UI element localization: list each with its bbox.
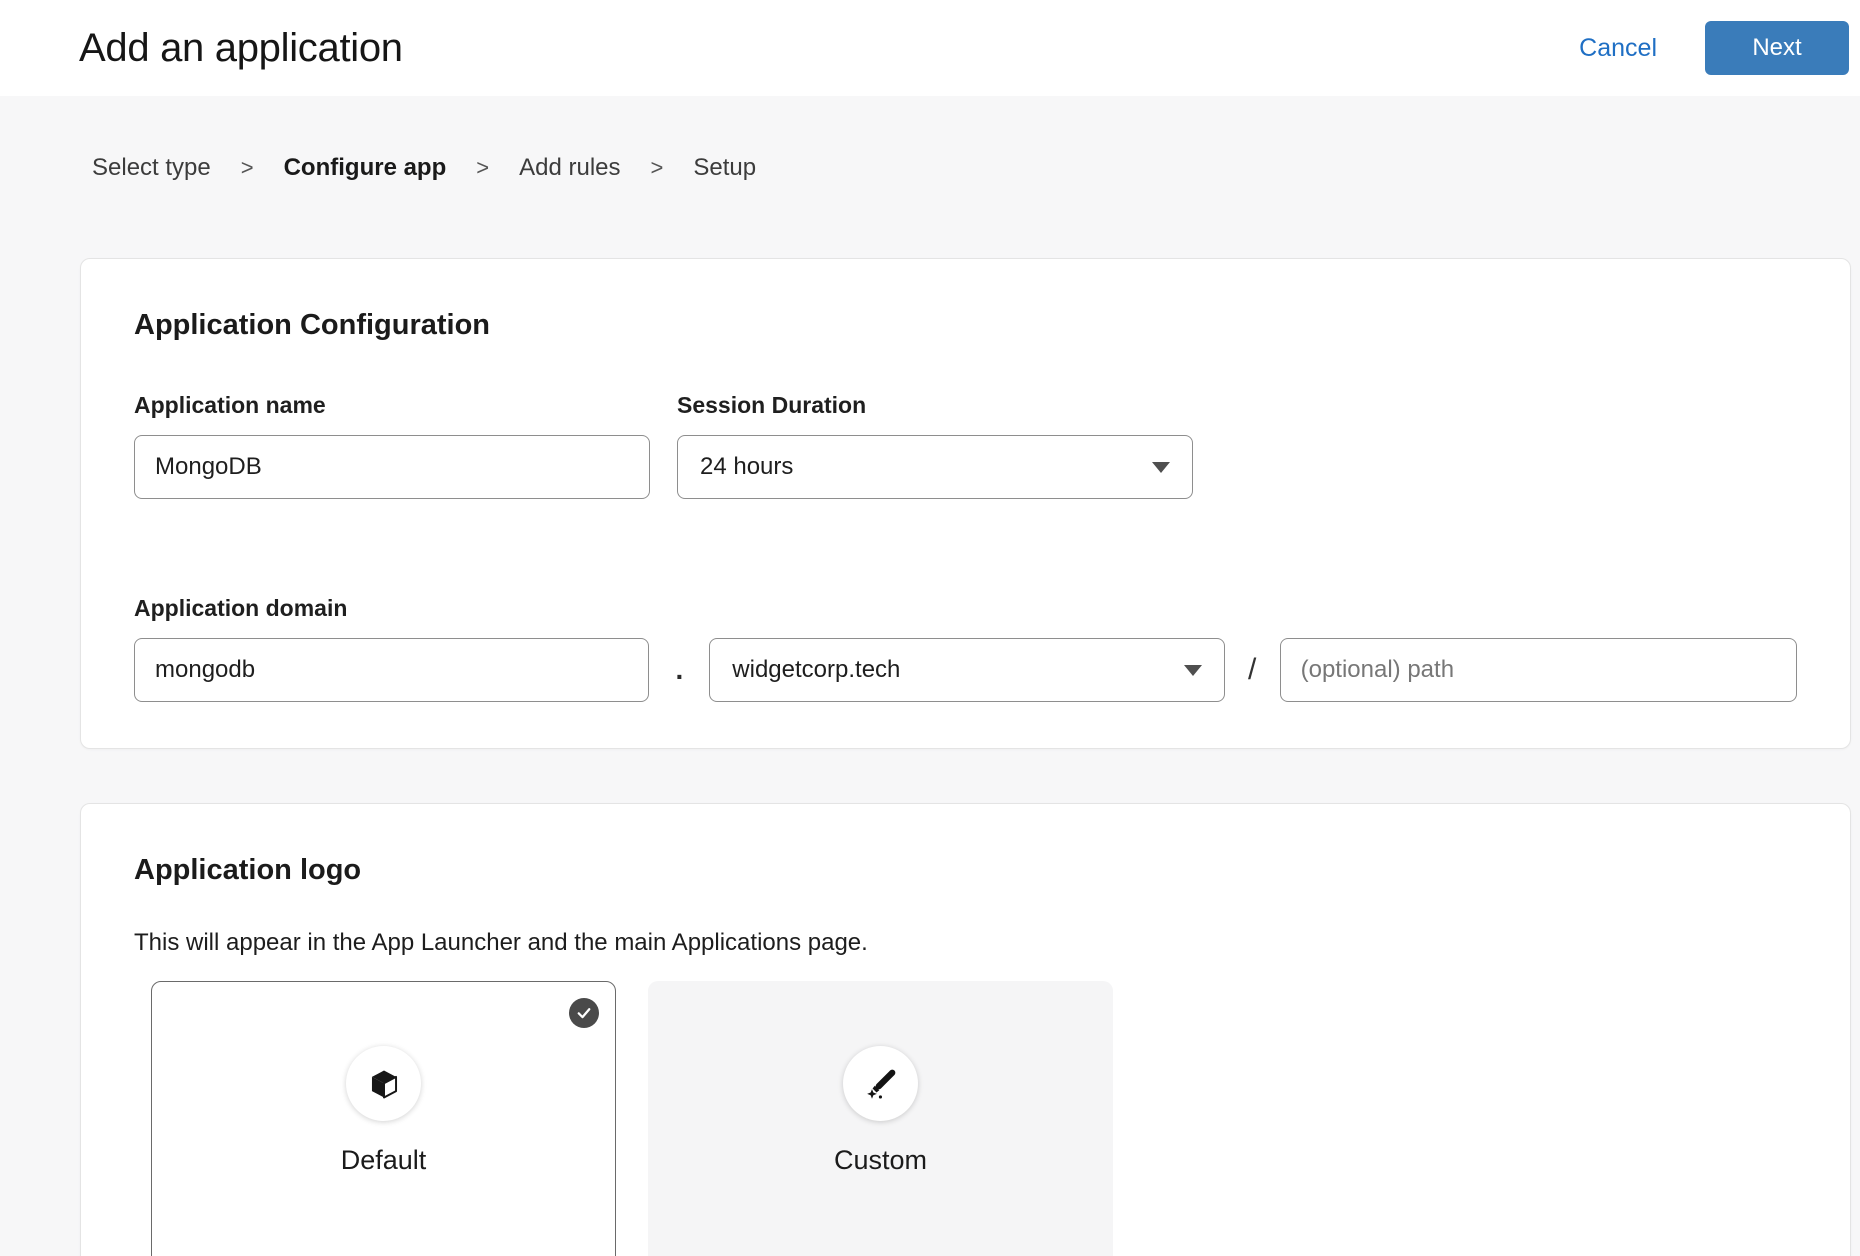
path-input[interactable]	[1280, 638, 1797, 702]
breadcrumb-separator: >	[241, 155, 254, 181]
chevron-down-icon	[1152, 462, 1170, 473]
session-duration-value: 24 hours	[700, 453, 793, 481]
logo-option-custom[interactable]: Custom	[648, 981, 1113, 1256]
breadcrumb-step-setup[interactable]: Setup	[693, 154, 756, 182]
application-logo-title: Application logo	[134, 854, 1797, 887]
name-duration-row: Application name Session Duration 24 hou…	[134, 392, 1797, 499]
cube-icon	[346, 1046, 421, 1121]
paintbrush-icon	[843, 1046, 918, 1121]
cancel-button[interactable]: Cancel	[1579, 34, 1657, 63]
breadcrumb-step-configure-app[interactable]: Configure app	[284, 154, 447, 182]
selected-check-icon	[569, 998, 599, 1028]
application-name-input[interactable]	[134, 435, 650, 499]
breadcrumb-separator: >	[476, 155, 489, 181]
application-domain-label: Application domain	[134, 595, 1797, 622]
breadcrumb-step-add-rules[interactable]: Add rules	[519, 154, 620, 182]
domain-slash-separator: /	[1225, 653, 1280, 687]
subdomain-input[interactable]	[134, 638, 649, 702]
session-duration-select[interactable]: 24 hours	[677, 435, 1193, 499]
application-configuration-title: Application Configuration	[134, 309, 1797, 342]
breadcrumb: Select type > Configure app > Add rules …	[0, 96, 1860, 182]
logo-option-label: Custom	[649, 1145, 1112, 1176]
logo-option-default[interactable]: Default	[151, 981, 616, 1256]
next-button[interactable]: Next	[1705, 21, 1849, 75]
domain-select-value: widgetcorp.tech	[732, 656, 900, 684]
logo-option-label: Default	[152, 1145, 615, 1176]
application-logo-card: Application logo This will appear in the…	[80, 803, 1851, 1256]
domain-select[interactable]: widgetcorp.tech	[709, 638, 1224, 702]
header-actions: Cancel Next	[1579, 21, 1849, 75]
breadcrumb-step-select-type[interactable]: Select type	[92, 154, 211, 182]
application-name-field: Application name	[134, 392, 650, 499]
domain-row: . widgetcorp.tech /	[134, 638, 1797, 702]
application-name-label: Application name	[134, 392, 650, 419]
page: Add an application Cancel Next Select ty…	[0, 0, 1860, 1256]
chevron-down-icon	[1184, 665, 1202, 676]
session-duration-label: Session Duration	[677, 392, 1193, 419]
application-domain-field: Application domain . widgetcorp.tech /	[134, 595, 1797, 702]
application-logo-description: This will appear in the App Launcher and…	[134, 929, 1797, 957]
domain-dot-separator: .	[649, 654, 709, 686]
logo-option-tiles: Default Custom	[134, 981, 1797, 1256]
breadcrumb-separator: >	[651, 155, 664, 181]
page-header: Add an application Cancel Next	[0, 0, 1860, 96]
session-duration-field: Session Duration 24 hours	[677, 392, 1193, 499]
application-configuration-card: Application Configuration Application na…	[80, 258, 1851, 749]
page-title: Add an application	[79, 26, 403, 71]
